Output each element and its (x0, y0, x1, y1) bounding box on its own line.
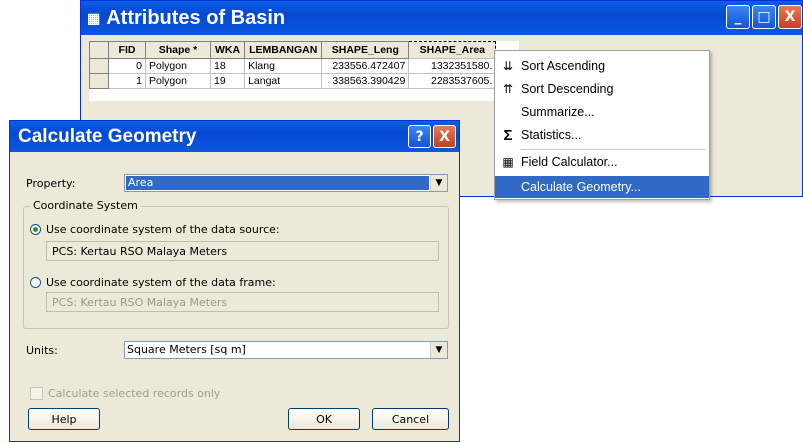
menu-item-statistics[interactable]: Σ Statistics... (495, 124, 709, 146)
menu-separator (521, 149, 705, 150)
selected-only-checkbox[interactable]: Calculate selected records only (30, 387, 220, 400)
sort-ascending-icon: ⇊ (502, 59, 514, 73)
cell-shape-area[interactable]: 1332351580. (408, 58, 497, 74)
maximize-button[interactable]: □ (752, 5, 776, 29)
column-header-shape-leng[interactable]: SHAPE_Leng (321, 41, 410, 59)
menu-item-label: Calculate Geometry... (521, 180, 641, 194)
menu-item-label: Sort Ascending (521, 59, 606, 73)
menu-item-label: Summarize... (521, 105, 595, 119)
chevron-down-icon[interactable]: ▼ (430, 342, 447, 358)
column-header-shape-area[interactable]: SHAPE_Area (408, 41, 497, 59)
cell-fid[interactable]: 0 (108, 58, 146, 74)
menu-item-label: Statistics... (521, 128, 582, 142)
cell-shape[interactable]: Polygon (145, 58, 211, 74)
radio-source-cs[interactable]: Use coordinate system of the data source… (30, 223, 280, 236)
menu-item-label: Sort Descending (521, 82, 614, 96)
menu-item-sort-ascending[interactable]: ⇊ Sort Ascending (495, 55, 709, 77)
selected-only-label: Calculate selected records only (48, 387, 221, 400)
ok-button[interactable]: OK (288, 408, 360, 430)
help-icon[interactable]: ? (408, 125, 431, 148)
units-label: Units: (26, 344, 58, 357)
checkbox-box[interactable] (30, 387, 43, 400)
radio-frame-cs[interactable]: Use coordinate system of the data frame: (30, 276, 276, 289)
row-selector-header[interactable] (89, 41, 109, 59)
column-header-fid[interactable]: FID (108, 41, 146, 59)
cell-shape-area[interactable]: 2283537605. (408, 73, 497, 89)
attributes-titlebar[interactable]: ▦ Attributes of Basin (81, 1, 802, 35)
units-value: Square Meters [sq m] (127, 343, 246, 356)
dialog-title: Calculate Geometry (18, 125, 197, 147)
help-button[interactable]: Help (28, 408, 100, 430)
cell-wka[interactable]: 18 (209, 58, 246, 74)
menu-item-sort-descending[interactable]: ⇈ Sort Descending (495, 78, 709, 100)
radio-selected[interactable] (30, 224, 41, 235)
radio-unselected[interactable] (30, 277, 41, 288)
cell-lembangan[interactable]: Langat (244, 73, 323, 89)
column-header-shape[interactable]: Shape * (145, 41, 211, 59)
radio-frame-label: Use coordinate system of the data frame: (46, 276, 276, 289)
attribute-grid: FID Shape * WKA LEMBANGAN SHAPE_Leng SHA… (89, 41, 519, 89)
menu-item-calculate-geometry[interactable]: Calculate Geometry... (495, 176, 709, 198)
row-selector[interactable] (89, 73, 109, 89)
cell-shape-leng[interactable]: 233556.472407 (321, 58, 410, 74)
sigma-icon: Σ (503, 126, 513, 144)
dialog-titlebar[interactable]: Calculate Geometry (10, 121, 459, 152)
minimize-button[interactable]: _ (726, 5, 750, 29)
column-header-lembangan[interactable]: LEMBANGAN (244, 41, 323, 59)
cell-fid[interactable]: 1 (108, 73, 146, 89)
menu-item-summarize[interactable]: Summarize... (495, 101, 709, 123)
frame-cs-field: PCS: Kertau RSO Malaya Meters (46, 292, 439, 312)
chevron-down-icon[interactable]: ▼ (430, 175, 447, 191)
sort-descending-icon: ⇈ (502, 82, 514, 96)
cell-shape[interactable]: Polygon (145, 73, 211, 89)
table-row[interactable]: 0 Polygon 18 Klang 233556.472407 1332351… (89, 58, 497, 74)
calculator-icon: ▦ (502, 155, 514, 169)
header-row: FID Shape * WKA LEMBANGAN SHAPE_Leng SHA… (89, 41, 497, 59)
menu-item-label: Field Calculator... (521, 155, 618, 169)
cell-lembangan[interactable]: Klang (244, 58, 323, 74)
table-icon: ▦ (87, 9, 101, 26)
dialog-close-button[interactable]: X (433, 125, 456, 148)
column-header-wka[interactable]: WKA (209, 41, 246, 59)
attributes-title: Attributes of Basin (106, 6, 286, 29)
property-dropdown[interactable]: Area ▼ (124, 174, 448, 192)
table-row[interactable]: 1 Polygon 19 Langat 338563.390429 228353… (89, 73, 497, 89)
cancel-button[interactable]: Cancel (372, 408, 449, 430)
cell-shape-leng[interactable]: 338563.390429 (321, 73, 410, 89)
menu-item-field-calculator[interactable]: ▦ Field Calculator... (495, 151, 709, 173)
radio-source-label: Use coordinate system of the data source… (46, 223, 280, 236)
coordinate-system-legend: Coordinate System (30, 199, 141, 212)
column-context-menu: ⇊ Sort Ascending ⇈ Sort Descending Summa… (494, 50, 710, 200)
property-value: Area (126, 176, 429, 190)
property-label: Property: (26, 177, 76, 190)
cell-wka[interactable]: 19 (209, 73, 246, 89)
calculate-geometry-dialog: Calculate Geometry ? X Property: Area ▼ … (9, 120, 460, 442)
source-cs-field: PCS: Kertau RSO Malaya Meters (46, 241, 439, 261)
units-dropdown[interactable]: Square Meters [sq m] ▼ (124, 341, 448, 359)
row-selector[interactable] (89, 58, 109, 74)
close-button[interactable]: X (778, 5, 802, 29)
